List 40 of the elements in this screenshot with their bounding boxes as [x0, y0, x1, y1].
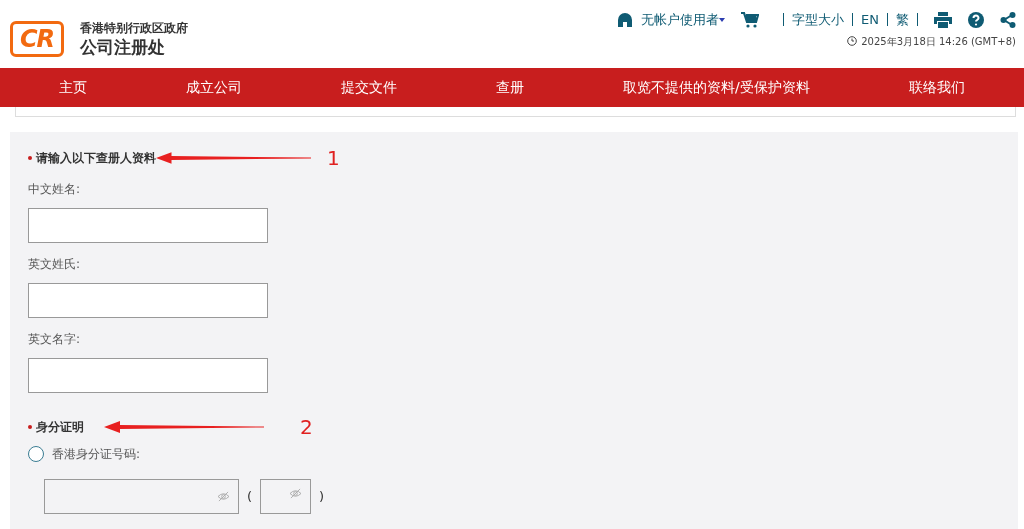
logo: CR	[10, 21, 64, 57]
office-name: 公司注册处	[80, 35, 166, 58]
required-icon	[28, 425, 32, 429]
share-icon[interactable]	[1000, 11, 1016, 28]
input-field[interactable]	[260, 479, 312, 514]
field-label: 英文名字:	[28, 331, 82, 348]
nav-link[interactable]: 联络我们	[908, 77, 965, 98]
annotation-number: 1	[327, 148, 340, 168]
print-icon[interactable]	[934, 11, 952, 28]
header-link[interactable]: EN	[861, 10, 879, 30]
header-link[interactable]: 字型大小	[792, 10, 845, 30]
caret-icon	[719, 17, 726, 22]
input-field[interactable]	[28, 283, 268, 318]
hidden-eye-icon[interactable]	[217, 491, 230, 502]
nav-link[interactable]: 取览不提供的资料/受保护资料	[622, 77, 810, 98]
nav-link[interactable]: 主页	[59, 77, 88, 98]
nav-link[interactable]: 提交文件	[341, 77, 398, 98]
government-name: 香港特别行政区政府	[80, 20, 188, 36]
hidden-eye-icon[interactable]	[289, 488, 303, 499]
field-label: 英文姓氏:	[28, 256, 82, 273]
cart-icon[interactable]	[741, 11, 760, 28]
required-icon	[28, 156, 32, 160]
section-title: 请输入以下查册人资料	[36, 150, 156, 167]
header-link[interactable]: 繁	[896, 10, 909, 30]
user-menu[interactable]: 无帐户使用者	[641, 10, 720, 30]
clock-icon	[847, 36, 858, 46]
parenthesis: )	[319, 487, 325, 506]
input-field[interactable]	[44, 479, 239, 514]
parenthesis: (	[247, 487, 253, 506]
input-field[interactable]	[28, 208, 268, 243]
help-icon[interactable]	[968, 11, 984, 28]
input-field[interactable]	[28, 358, 268, 393]
nav-link[interactable]: 成立公司	[186, 77, 243, 98]
radio-button[interactable]	[28, 446, 44, 462]
option-label: 香港身分证号码:	[52, 446, 141, 463]
section-title: 身分证明	[36, 419, 84, 436]
annotation-number: 2	[300, 417, 313, 437]
nav-link[interactable]: 查册	[496, 77, 525, 98]
field-label: 中文姓名:	[28, 181, 82, 198]
date-time: 2025年3月18日 14:26 (GMT+8)	[861, 34, 1016, 49]
